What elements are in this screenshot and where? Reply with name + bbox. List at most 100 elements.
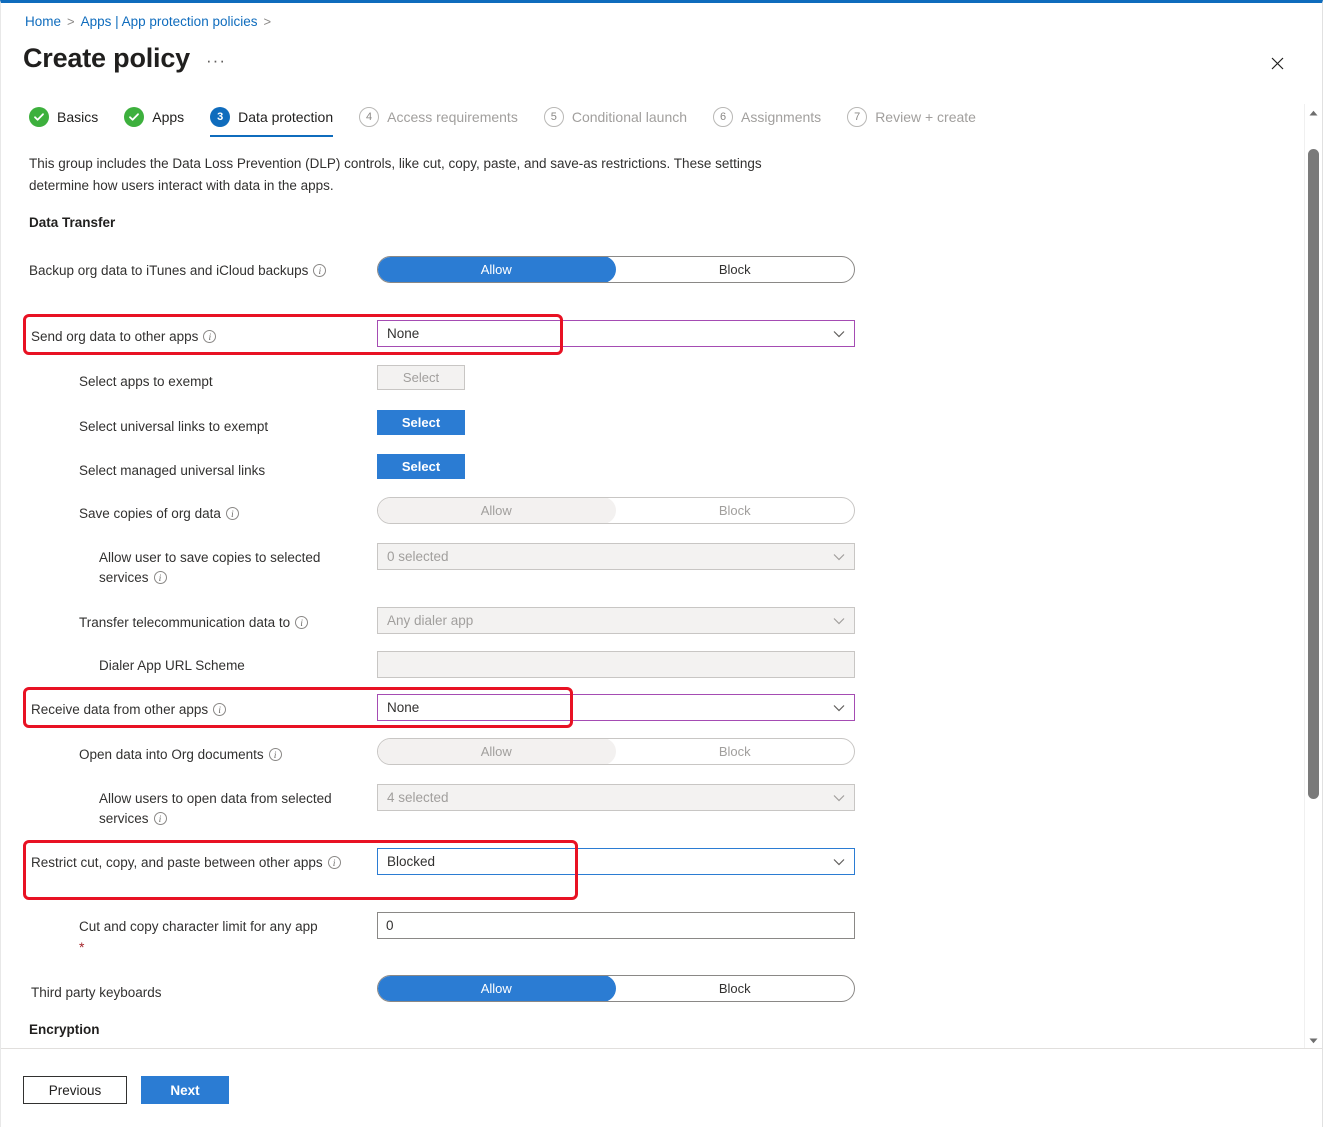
section-header-encryption: Encryption bbox=[29, 1022, 100, 1037]
open-data-org-docs-block-option: Block bbox=[718, 744, 751, 759]
row-transfer-telecom-label: Transfer telecommunication data to i bbox=[79, 613, 369, 633]
receive-data-dropdown[interactable]: None bbox=[377, 694, 855, 721]
page-title: Create policy bbox=[23, 43, 190, 73]
tab-basics[interactable]: Basics bbox=[29, 103, 98, 137]
backup-org-data-allow-option[interactable]: Allow bbox=[378, 257, 616, 282]
row-dialer-url-scheme-label: Dialer App URL Scheme bbox=[99, 656, 369, 676]
tab-conditional-launch[interactable]: 5 Conditional launch bbox=[543, 103, 687, 137]
info-icon[interactable]: i bbox=[327, 856, 341, 869]
step-number-badge: 4 bbox=[359, 107, 380, 127]
save-copies-toggle[interactable]: Allow Block bbox=[377, 497, 855, 524]
tab-review-create-label: Review + create bbox=[875, 109, 976, 125]
allow-open-services-dropdown: 4 selected bbox=[377, 784, 855, 811]
select-apps-exempt-button[interactable]: Select bbox=[377, 365, 465, 390]
row-select-managed-universal-links-label: Select managed universal links bbox=[79, 461, 369, 481]
cut-copy-limit-label: Cut and copy character limit for any app bbox=[79, 919, 318, 934]
breadcrumb: Home > Apps | App protection policies > bbox=[25, 14, 277, 29]
select-universal-links-exempt-button-wrap: Select bbox=[377, 410, 465, 435]
third-party-keyboards-label: Third party keyboards bbox=[31, 985, 162, 1000]
tab-data-protection[interactable]: 3 Data protection bbox=[210, 103, 333, 137]
save-copies-label: Save copies of org data bbox=[79, 506, 221, 521]
row-allow-save-services-label: Allow user to save copies to selected se… bbox=[99, 548, 369, 589]
tab-assignments[interactable]: 6 Assignments bbox=[713, 103, 821, 137]
info-icon[interactable]: i bbox=[313, 264, 327, 277]
transfer-telecom-dropdown: Any dialer app bbox=[377, 607, 855, 634]
dialer-url-scheme-field-wrap bbox=[377, 651, 855, 678]
chevron-down-icon bbox=[833, 617, 845, 625]
close-icon[interactable] bbox=[1260, 46, 1294, 80]
breadcrumb-item-home[interactable]: Home bbox=[25, 14, 61, 29]
tab-basics-label: Basics bbox=[57, 109, 99, 125]
select-apps-exempt-button-wrap: Select bbox=[377, 365, 465, 390]
info-icon[interactable]: i bbox=[213, 703, 227, 716]
send-org-data-dropdown[interactable]: None bbox=[377, 320, 855, 347]
row-receive-data-label: Receive data from other apps i bbox=[31, 700, 371, 720]
breadcrumb-separator-2: > bbox=[263, 14, 272, 29]
intro-text: This group includes the Data Loss Preven… bbox=[29, 156, 762, 193]
info-icon[interactable]: i bbox=[153, 571, 167, 585]
send-org-data-label: Send org data to other apps bbox=[31, 329, 199, 344]
scroll-up-arrow-icon[interactable] bbox=[1305, 104, 1322, 121]
dialer-url-scheme-input[interactable] bbox=[377, 651, 855, 678]
third-party-keyboards-block-option[interactable]: Block bbox=[616, 976, 855, 1001]
step-number-badge: 3 bbox=[210, 107, 231, 127]
chevron-down-icon bbox=[833, 704, 845, 712]
next-button[interactable]: Next bbox=[141, 1076, 229, 1104]
info-icon[interactable]: i bbox=[225, 507, 239, 520]
tab-access-requirements-label: Access requirements bbox=[387, 109, 518, 125]
tab-data-protection-label: Data protection bbox=[238, 109, 334, 125]
row-select-universal-links-exempt-label: Select universal links to exempt bbox=[79, 417, 369, 437]
tab-access-requirements[interactable]: 4 Access requirements bbox=[359, 103, 518, 137]
send-org-data-value: None bbox=[387, 326, 420, 341]
cut-copy-limit-input[interactable] bbox=[377, 912, 855, 939]
restrict-cut-copy-paste-label: Restrict cut, copy, and paste between ot… bbox=[31, 855, 323, 870]
select-universal-links-exempt-button[interactable]: Select bbox=[377, 410, 465, 435]
row-save-copies-label: Save copies of org data i bbox=[79, 504, 369, 524]
row-restrict-cut-copy-paste-label: Restrict cut, copy, and paste between ot… bbox=[31, 853, 361, 873]
vertical-scrollbar[interactable] bbox=[1304, 104, 1322, 1049]
info-icon[interactable]: i bbox=[295, 616, 309, 629]
allow-save-services-value: 0 selected bbox=[387, 549, 449, 564]
tab-apps-label: Apps bbox=[152, 109, 185, 125]
section-header-data-transfer: Data Transfer bbox=[29, 215, 115, 230]
row-allow-open-services-label: Allow users to open data from selected s… bbox=[99, 789, 369, 830]
backup-org-data-block-option[interactable]: Block bbox=[616, 257, 855, 282]
scrollbar-thumb[interactable] bbox=[1308, 149, 1319, 799]
dialer-url-scheme-label: Dialer App URL Scheme bbox=[99, 658, 245, 673]
third-party-keyboards-allow-option[interactable]: Allow bbox=[378, 976, 616, 1001]
section-header-data-transfer-label: Data Transfer bbox=[29, 215, 116, 230]
restrict-cut-copy-paste-dropdown[interactable]: Blocked bbox=[377, 848, 855, 875]
backup-org-data-toggle[interactable]: Allow Block bbox=[377, 256, 855, 283]
select-managed-universal-links-button-wrap: Select bbox=[377, 454, 465, 479]
transfer-telecom-value: Any dialer app bbox=[387, 613, 474, 628]
save-copies-allow-option: Allow bbox=[378, 498, 616, 523]
breadcrumb-item-apps[interactable]: Apps | App protection policies bbox=[81, 14, 258, 29]
check-circle-icon bbox=[124, 107, 145, 127]
info-icon[interactable]: i bbox=[203, 330, 217, 343]
allow-open-services-value: 4 selected bbox=[387, 790, 449, 805]
chevron-down-icon bbox=[833, 794, 845, 802]
scroll-down-arrow-icon[interactable] bbox=[1305, 1032, 1322, 1049]
wizard-steps: Basics Apps 3 Data protection 4 Access r… bbox=[29, 103, 1002, 137]
chevron-down-icon bbox=[833, 553, 845, 561]
save-copies-block-option: Block bbox=[718, 503, 751, 518]
row-open-data-org-docs-label: Open data into Org documents i bbox=[79, 745, 369, 765]
select-universal-links-exempt-label: Select universal links to exempt bbox=[79, 419, 269, 434]
tab-apps[interactable]: Apps bbox=[124, 103, 184, 137]
select-managed-universal-links-button[interactable]: Select bbox=[377, 454, 465, 479]
row-cut-copy-limit-label: Cut and copy character limit for any app… bbox=[79, 917, 369, 955]
chevron-down-icon bbox=[833, 330, 845, 338]
info-icon[interactable]: i bbox=[153, 812, 167, 826]
create-policy-blade: Home > Apps | App protection policies > Cre… bbox=[0, 0, 1323, 1127]
check-circle-icon bbox=[29, 107, 49, 127]
tab-review-create[interactable]: 7 Review + create bbox=[847, 103, 976, 137]
more-options-button[interactable]: ··· bbox=[206, 51, 226, 71]
third-party-keyboards-toggle[interactable]: Allow Block bbox=[377, 975, 855, 1002]
section-header-encryption-label: Encryption bbox=[29, 1022, 100, 1037]
info-icon[interactable]: i bbox=[268, 748, 282, 761]
open-data-org-docs-label: Open data into Org documents bbox=[79, 747, 264, 762]
wizard-footer: Previous Next bbox=[1, 1048, 1322, 1127]
row-select-apps-exempt-label: Select apps to exempt bbox=[79, 372, 369, 392]
cut-copy-limit-field-wrap bbox=[377, 912, 855, 939]
previous-button[interactable]: Previous bbox=[23, 1076, 127, 1104]
